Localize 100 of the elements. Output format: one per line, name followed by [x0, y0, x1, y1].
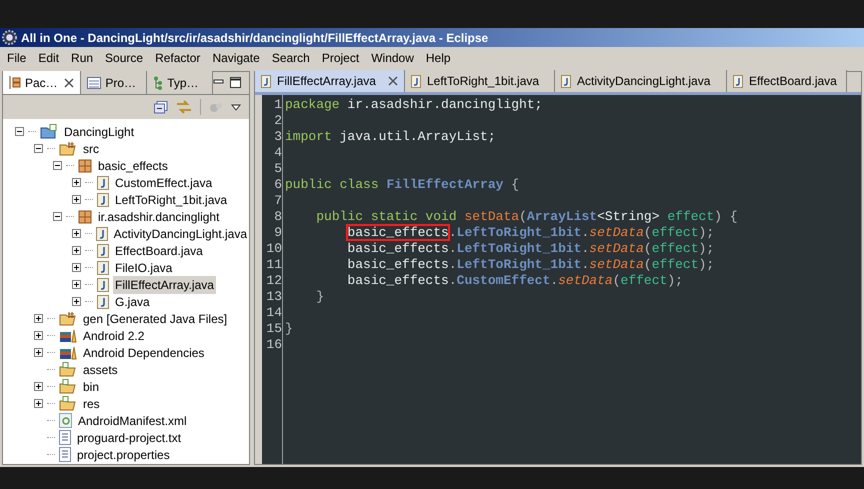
expand-toggle[interactable]	[72, 246, 81, 255]
view-tab[interactable]: Typ…	[147, 71, 214, 94]
menu-item[interactable]: Refactor	[149, 48, 206, 66]
package-icon	[78, 210, 92, 224]
menu-item[interactable]: Search	[266, 48, 316, 66]
list-icon	[87, 76, 102, 88]
code-token: (	[644, 241, 652, 256]
code-token: setData	[464, 209, 520, 224]
tree-item[interactable]: Android Dependencies	[81, 344, 206, 362]
tree-item[interactable]: ir.asadshir.dancinglight	[96, 208, 222, 226]
menu-item[interactable]: Run	[65, 48, 100, 66]
code-token: LeftToRight_1bit	[456, 225, 582, 240]
code-token: effect	[620, 273, 668, 288]
code-token: setData	[589, 241, 644, 256]
line-number: 13	[265, 289, 282, 305]
tree-item[interactable]: EffectBoard.java	[113, 242, 205, 260]
code-token: FillEffectArray	[386, 177, 504, 192]
plus-icon	[73, 179, 80, 186]
close-icon[interactable]	[64, 78, 74, 88]
code-token: import	[285, 129, 332, 144]
view-tab[interactable]: Pro…	[81, 71, 148, 94]
line-number: 6	[273, 177, 282, 193]
tree-item[interactable]: CustomEffect.java	[113, 174, 214, 192]
code-token: setData	[589, 225, 644, 240]
tree-item[interactable]: FillEffectArray.java	[113, 276, 216, 294]
tree-item[interactable]: src	[81, 140, 101, 158]
tree-item[interactable]: res	[81, 394, 102, 412]
collapse-toggle[interactable]	[34, 144, 43, 153]
tree-item[interactable]: FileIO.java	[113, 258, 174, 276]
expand-toggle[interactable]	[72, 297, 81, 306]
tree-item[interactable]: AndroidManifest.xml	[76, 412, 189, 430]
plus-icon	[73, 196, 80, 203]
maximize-icon[interactable]	[230, 77, 242, 88]
code-token: CustomEffect	[456, 273, 550, 288]
editor-tab[interactable]: ActivityDancingLight.java	[555, 70, 727, 92]
java-file-icon	[561, 74, 571, 88]
expand-toggle[interactable]	[34, 331, 43, 340]
collapse-toggle[interactable]	[53, 212, 62, 221]
expand-toggle[interactable]	[34, 382, 43, 391]
plus-icon	[73, 298, 80, 305]
expand-toggle[interactable]	[34, 314, 43, 323]
plus-icon	[73, 281, 80, 288]
tree-item[interactable]: project.properties	[75, 446, 172, 464]
code-token: ) {	[714, 209, 738, 224]
line-number: 12	[265, 273, 282, 289]
plus-icon	[73, 247, 80, 254]
menu-item[interactable]: Source	[99, 48, 150, 66]
java-file-icon	[97, 260, 109, 274]
code-token: );	[698, 225, 714, 240]
menu-item[interactable]: File	[1, 48, 32, 66]
minus-icon	[54, 213, 61, 220]
menu-item[interactable]: Edit	[32, 48, 66, 66]
expand-toggle[interactable]	[72, 263, 81, 272]
plus-icon	[35, 383, 42, 390]
menu-item[interactable]: Help	[420, 48, 457, 66]
code-token: package	[285, 97, 340, 112]
tree-item[interactable]: Android 2.2	[81, 326, 146, 344]
collapse-toggle[interactable]	[53, 161, 62, 170]
view-tab[interactable]: Pac…	[3, 71, 82, 94]
expand-toggle[interactable]	[72, 229, 81, 238]
tree-item[interactable]: gen [Generated Java Files]	[81, 310, 230, 328]
code-token: (	[519, 209, 527, 224]
java-file-icon	[97, 244, 109, 258]
expand-toggle[interactable]	[72, 280, 81, 289]
collapse-toggle[interactable]	[15, 127, 24, 136]
editor-tab[interactable]: LeftToRight_1bit.java	[405, 70, 555, 92]
code-token: .	[581, 257, 590, 272]
folder-icon	[59, 362, 77, 377]
line-number: 10	[265, 241, 282, 257]
tree-item[interactable]: bin	[81, 378, 102, 396]
expand-toggle[interactable]	[72, 178, 81, 187]
tree-item[interactable]: DancingLight	[62, 122, 136, 140]
expand-toggle[interactable]	[72, 195, 81, 204]
tree-item[interactable]: LeftToRight_1bit.java	[113, 190, 230, 208]
line-number: 7	[273, 193, 282, 209]
tree-item[interactable]: assets	[81, 360, 120, 378]
expand-toggle[interactable]	[34, 399, 43, 408]
source-folder-icon	[59, 141, 77, 156]
code-token: basic_effects	[347, 257, 449, 272]
expand-toggle[interactable]	[34, 348, 43, 357]
close-icon[interactable]	[388, 76, 398, 86]
editor-tab[interactable]: EffectBoard.java	[727, 70, 847, 92]
code-token: public class	[285, 177, 379, 192]
collapse-all-icon[interactable]	[154, 100, 168, 114]
menu-item[interactable]: Navigate	[206, 48, 266, 66]
editor-tab[interactable]: FillEffectArray.java	[255, 70, 405, 92]
code-token: effect	[667, 209, 714, 224]
menu-item[interactable]: Window	[365, 48, 420, 66]
view-menu-icon[interactable]	[231, 104, 241, 110]
package-icon	[78, 158, 92, 172]
line-number: 1	[273, 97, 282, 113]
tree-item[interactable]: proguard-project.txt	[75, 428, 184, 446]
tree-item[interactable]: basic_effects	[96, 156, 170, 174]
line-number: 16	[265, 337, 282, 353]
tree-item[interactable]: ActivityDancingLight.java	[112, 224, 249, 242]
menu-item[interactable]: Project	[316, 48, 366, 66]
code-token: LeftToRight_1bit	[456, 241, 582, 256]
tree-item[interactable]: G.java	[113, 292, 152, 310]
text-file-icon	[59, 447, 71, 462]
code-token: );	[698, 257, 714, 272]
